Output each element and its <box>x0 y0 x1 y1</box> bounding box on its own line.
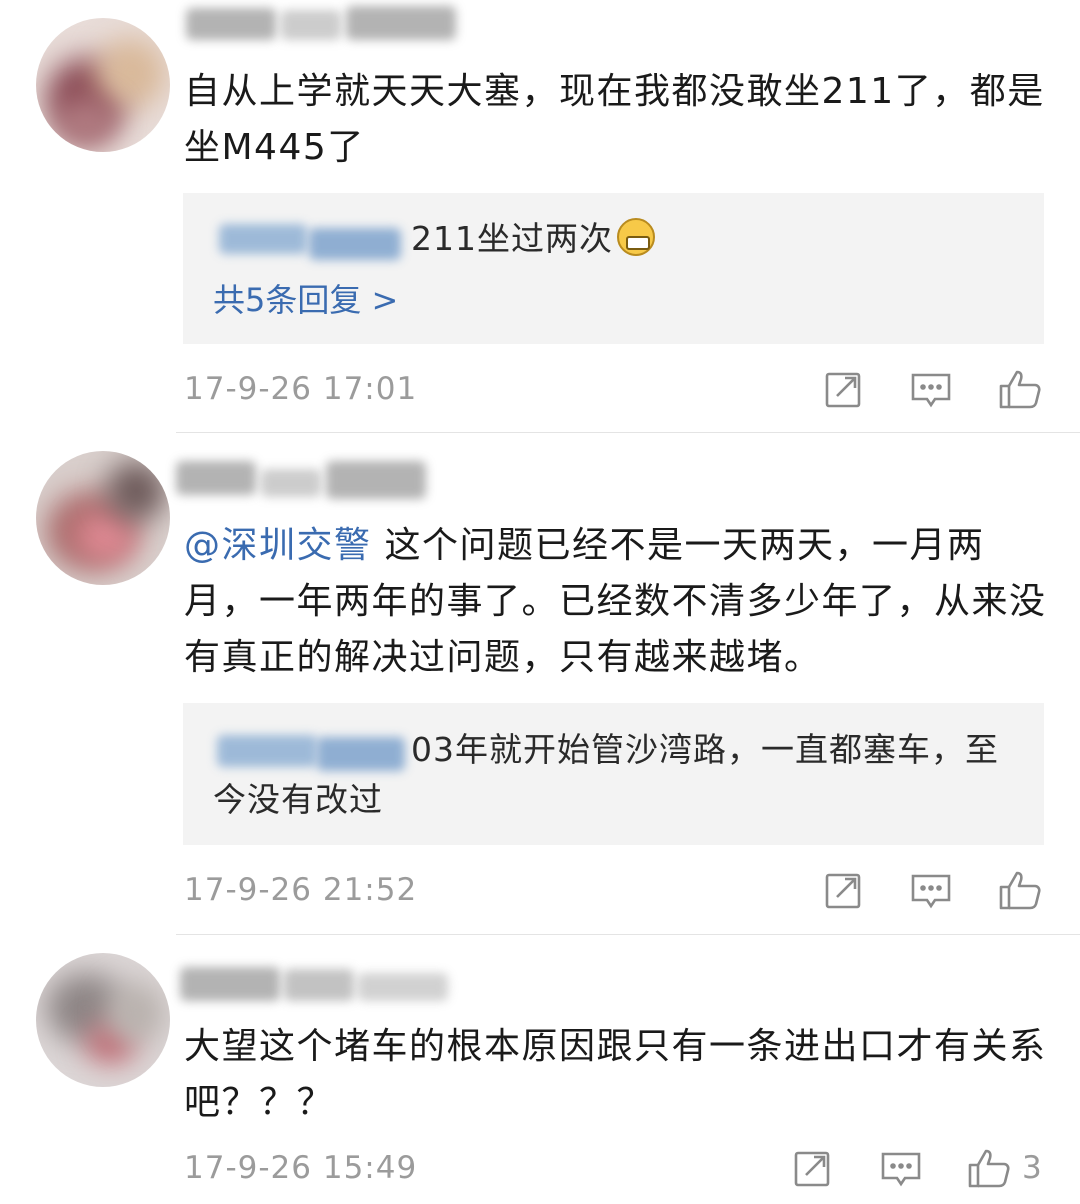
reply-text: 211坐过两次 <box>411 219 613 258</box>
comment-meta: 17-9-26 21:52 <box>184 865 1044 915</box>
comment-text: 大望这个堵车的根本原因跟只有一条进出口才有关系吧？？？ <box>184 1026 1047 1123</box>
comment-icon[interactable] <box>908 867 954 913</box>
timestamp: 17-9-26 21:52 <box>184 872 418 908</box>
avatar[interactable] <box>36 953 170 1087</box>
reply-box[interactable]: 211坐过两次 共5条回复 > <box>183 193 1044 344</box>
like-count: 3 <box>1022 1150 1042 1186</box>
thumbs-up-icon[interactable] <box>966 1145 1012 1191</box>
reply-username[interactable] <box>213 218 405 264</box>
thumbs-up-icon[interactable] <box>997 867 1043 913</box>
username[interactable] <box>176 961 466 1011</box>
timestamp: 17-9-26 17:01 <box>184 371 418 407</box>
comment-icon[interactable] <box>908 366 954 412</box>
username[interactable] <box>176 455 466 505</box>
mention-link[interactable]: @深圳交警 <box>184 525 372 566</box>
comment-item: 大望这个堵车的根本原因跟只有一条进出口才有关系吧？？？ 17-9-26 15:4… <box>0 935 1080 1204</box>
comment-meta: 17-9-26 15:49 3 <box>184 1143 1044 1193</box>
comment-item: @深圳交警 这个问题已经不是一天两天，一月两月，一年两年的事了。已经数不清多少年… <box>0 433 1080 933</box>
reply-username[interactable] <box>213 729 405 775</box>
thumbs-up-icon[interactable] <box>997 366 1043 412</box>
avatar[interactable] <box>36 18 170 152</box>
comment-icon[interactable] <box>878 1145 924 1191</box>
repost-icon[interactable] <box>790 1145 836 1191</box>
repost-icon[interactable] <box>821 366 867 412</box>
view-more-replies-link[interactable]: 共5条回复 > <box>213 278 398 322</box>
repost-icon[interactable] <box>821 867 867 913</box>
comment-item: 自从上学就天天大塞，现在我都没敢坐211了，都是坐M445了 211坐过两次 共… <box>0 0 1080 430</box>
timestamp: 17-9-26 15:49 <box>184 1150 418 1186</box>
avatar[interactable] <box>36 451 170 585</box>
comment-meta: 17-9-26 17:01 <box>184 364 1044 414</box>
comment-text: @深圳交警 这个问题已经不是一天两天，一月两月，一年两年的事了。已经数不清多少年… <box>184 525 1047 678</box>
username[interactable] <box>176 0 466 50</box>
grin-emoji-icon <box>617 218 655 256</box>
comment-text: 自从上学就天天大塞，现在我都没敢坐211了，都是坐M445了 <box>184 71 1045 168</box>
reply-box[interactable]: 03年就开始管沙湾路，一直都塞车，至今没有改过 <box>183 703 1044 845</box>
